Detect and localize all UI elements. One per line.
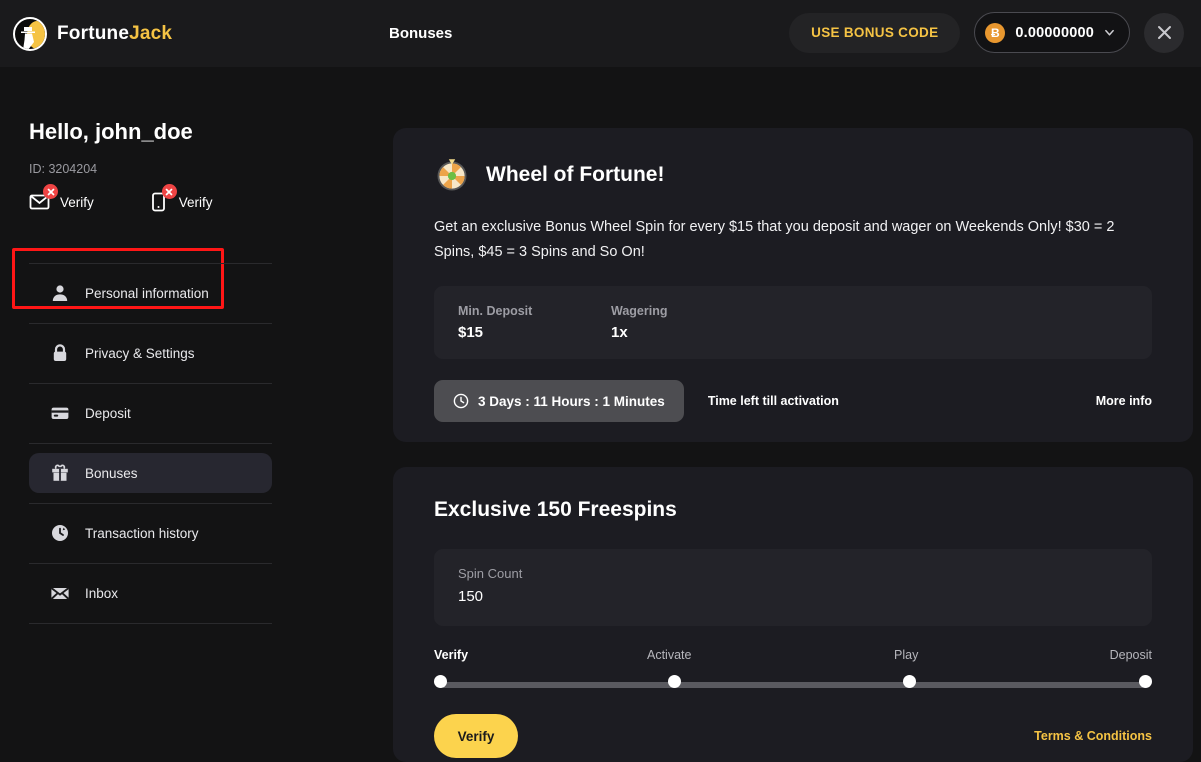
sidebar-item-label: Privacy & Settings bbox=[85, 345, 195, 361]
sidebar-item-inbox[interactable]: Inbox bbox=[29, 573, 272, 613]
nav-divider bbox=[29, 263, 272, 264]
error-badge-icon bbox=[43, 184, 58, 199]
sidebar-item-label: Transaction history bbox=[85, 525, 199, 541]
verify-phone-label: Verify bbox=[178, 194, 213, 210]
logo-figure-icon bbox=[21, 26, 35, 49]
wheel-card-stats: Min. Deposit $15 Wagering 1x bbox=[434, 286, 1152, 359]
step-label-verify: Verify bbox=[434, 648, 469, 662]
step-label-play: Play bbox=[894, 648, 919, 662]
phone-icon bbox=[148, 184, 177, 214]
countdown-value: 3 Days : 11 Hours : 1 Minutes bbox=[478, 393, 665, 409]
freespins-actions: Verify Terms & Conditions bbox=[434, 714, 1152, 758]
sidebar-item-label: Personal information bbox=[85, 285, 209, 301]
nav-divider bbox=[29, 503, 272, 504]
wheel-card-title: Wheel of Fortune! bbox=[486, 163, 665, 186]
envelope-icon bbox=[49, 582, 71, 604]
timer-note: Time left till activation bbox=[707, 394, 839, 408]
balance-value: 0.00000000 bbox=[1015, 24, 1094, 41]
nav-divider bbox=[29, 623, 272, 624]
verify-email-item[interactable]: Verify bbox=[29, 184, 94, 214]
freespins-title: Exclusive 150 Freespins bbox=[434, 498, 677, 521]
stepper-track bbox=[441, 682, 1145, 688]
step-dot-play[interactable] bbox=[903, 675, 916, 688]
nav-divider bbox=[29, 563, 272, 564]
freespins-card: Exclusive 150 Freespins Spin Count 150 V… bbox=[393, 467, 1193, 762]
spin-count-panel: Spin Count 150 bbox=[434, 549, 1152, 626]
gift-icon bbox=[49, 462, 71, 484]
spin-count-label: Spin Count bbox=[458, 566, 523, 581]
stat-min-deposit: Min. Deposit $15 bbox=[458, 304, 611, 341]
wheel-card-timer-row: 3 Days : 11 Hours : 1 Minutes Time left … bbox=[434, 380, 1152, 422]
verify-actions: Verify Verify bbox=[29, 184, 213, 214]
close-icon bbox=[1157, 26, 1171, 39]
countdown-timer[interactable]: 3 Days : 11 Hours : 1 Minutes bbox=[434, 380, 684, 422]
stat-wagering: Wagering 1x bbox=[611, 304, 764, 341]
nav-divider bbox=[29, 323, 272, 324]
more-info-link[interactable]: More info bbox=[1096, 394, 1152, 408]
step-dot-verify[interactable] bbox=[434, 675, 447, 688]
lock-icon bbox=[49, 342, 71, 364]
terms-and-conditions-link[interactable]: Terms & Conditions bbox=[1034, 729, 1152, 743]
sidebar-nav: Personal information Privacy & Settings bbox=[29, 253, 272, 633]
brand-name-first: Fortune bbox=[57, 22, 130, 44]
sidebar: Hello, john_doe ID: 3204204 Verify Verif… bbox=[0, 67, 300, 762]
brand-name: FortuneJack bbox=[57, 23, 172, 45]
verify-button[interactable]: Verify bbox=[434, 714, 518, 758]
clock-icon bbox=[453, 393, 469, 409]
progress-stepper: Verify Activate Play Deposit bbox=[434, 648, 1152, 698]
email-icon bbox=[29, 184, 58, 214]
sidebar-item-label: Deposit bbox=[85, 405, 131, 421]
wheel-of-fortune-icon bbox=[437, 159, 467, 191]
bonuses-page: FortuneJack Bonuses USE BONUS CODE Ƀ 0.0… bbox=[0, 0, 1201, 762]
brand-name-second: Jack bbox=[129, 22, 173, 44]
verify-phone-item[interactable]: Verify bbox=[148, 184, 213, 214]
stat-value: $15 bbox=[458, 324, 484, 341]
user-icon bbox=[49, 282, 71, 304]
wheel-card-description: Get an exclusive Bonus Wheel Spin for ev… bbox=[434, 219, 1115, 260]
balance-selector[interactable]: Ƀ 0.00000000 bbox=[974, 12, 1130, 53]
chevron-down-icon bbox=[1105, 29, 1114, 36]
nav-divider bbox=[29, 383, 272, 384]
greeting-text: Hello, john_doe bbox=[29, 119, 193, 144]
sidebar-item-label: Inbox bbox=[85, 585, 119, 601]
wheel-of-fortune-card: Wheel of Fortune! Get an exclusive Bonus… bbox=[393, 128, 1193, 442]
verify-email-label: Verify bbox=[60, 194, 94, 210]
bitcoin-icon: Ƀ bbox=[985, 22, 1006, 43]
top-bar-actions: USE BONUS CODE Ƀ 0.00000000 bbox=[789, 12, 1184, 53]
sidebar-item-privacy-settings[interactable]: Privacy & Settings bbox=[29, 333, 272, 373]
brand-logo[interactable]: FortuneJack bbox=[13, 16, 172, 51]
step-dot-deposit[interactable] bbox=[1139, 675, 1152, 688]
history-icon bbox=[49, 522, 71, 544]
sidebar-item-deposit[interactable]: Deposit bbox=[29, 393, 272, 433]
stat-label: Min. Deposit bbox=[458, 304, 533, 318]
close-button[interactable] bbox=[1144, 12, 1184, 53]
top-bar: FortuneJack Bonuses USE BONUS CODE Ƀ 0.0… bbox=[0, 0, 1201, 67]
sidebar-item-bonuses[interactable]: Bonuses bbox=[29, 453, 272, 493]
step-label-deposit: Deposit bbox=[1109, 648, 1152, 662]
use-bonus-code-button[interactable]: USE BONUS CODE bbox=[789, 12, 961, 53]
sidebar-item-transaction-history[interactable]: Transaction history bbox=[29, 513, 272, 553]
fortunejack-logo-icon bbox=[13, 16, 47, 51]
stat-label: Wagering bbox=[611, 304, 668, 318]
sidebar-item-personal-information[interactable]: Personal information bbox=[29, 273, 272, 313]
user-id-text: ID: 3204204 bbox=[29, 162, 98, 176]
sidebar-item-label: Bonuses bbox=[85, 465, 138, 481]
nav-divider bbox=[29, 443, 272, 444]
stat-value: 1x bbox=[611, 324, 628, 341]
spin-count-value: 150 bbox=[458, 588, 484, 605]
card-icon bbox=[49, 402, 71, 424]
main-content: Wheel of Fortune! Get an exclusive Bonus… bbox=[393, 67, 1201, 762]
error-badge-icon bbox=[161, 184, 177, 199]
step-dot-activate[interactable] bbox=[668, 675, 681, 688]
wheel-card-header: Wheel of Fortune! bbox=[434, 157, 1152, 193]
stepper-labels: Verify Activate Play Deposit bbox=[434, 648, 1152, 668]
page-title: Bonuses bbox=[389, 25, 453, 42]
step-label-activate: Activate bbox=[647, 648, 692, 662]
